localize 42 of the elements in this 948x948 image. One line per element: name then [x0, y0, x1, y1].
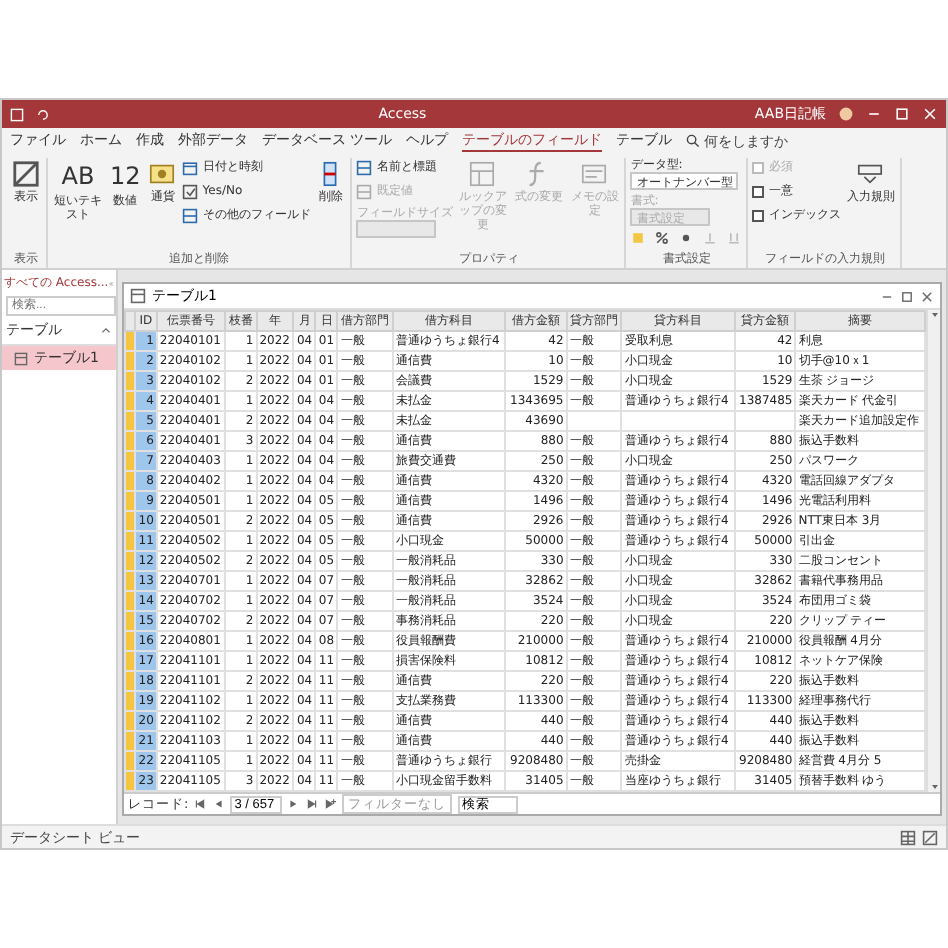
first-record-button[interactable]	[194, 798, 207, 810]
maximize-icon	[900, 289, 914, 303]
lookup-icon	[468, 160, 497, 188]
field-icon	[356, 184, 373, 200]
undo-icon	[36, 107, 50, 121]
field-icon	[182, 208, 199, 224]
currency-icon	[148, 160, 177, 188]
checkbox[interactable]	[752, 210, 765, 222]
close-icon	[920, 289, 934, 303]
dropdown-field[interactable]	[356, 220, 437, 238]
memo-icon	[580, 160, 609, 188]
previous-record-button[interactable]	[212, 798, 225, 810]
checkbox[interactable]	[752, 186, 765, 198]
last-icon	[306, 798, 319, 810]
caret-icon	[929, 310, 939, 320]
previous-icon	[212, 798, 225, 810]
first-icon	[194, 798, 207, 810]
new-record-icon	[324, 798, 337, 810]
percent-icon	[654, 230, 671, 246]
save-icon	[10, 107, 24, 121]
vertical-scrollbar[interactable]	[926, 310, 940, 792]
table-icon	[130, 288, 146, 304]
caret-icon	[929, 782, 939, 792]
design-view-icon	[922, 829, 938, 845]
last-record-button[interactable]	[306, 798, 319, 810]
avatar-icon	[838, 106, 854, 122]
chevron-icon	[100, 324, 112, 336]
field-icon	[356, 160, 373, 176]
search-icon	[686, 134, 701, 148]
table-cell	[734, 411, 796, 431]
table-cell	[621, 411, 735, 431]
close-icon	[922, 106, 938, 122]
datasheet-view-icon	[900, 829, 916, 845]
next-record-button[interactable]	[288, 798, 301, 810]
new-record-button[interactable]	[324, 798, 337, 810]
next-icon	[288, 798, 301, 810]
table-cell	[566, 411, 622, 431]
table-icon	[14, 351, 28, 365]
calendar-icon	[182, 160, 199, 176]
currency-format-icon	[630, 230, 647, 246]
checkbox-icon	[182, 184, 199, 200]
maximize-icon	[894, 106, 910, 122]
